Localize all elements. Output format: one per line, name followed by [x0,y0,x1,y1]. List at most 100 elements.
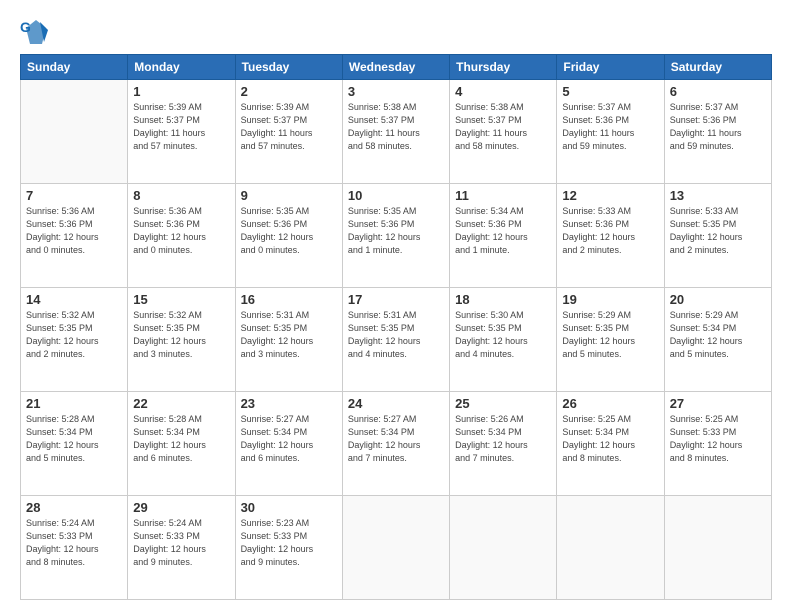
calendar-cell: 26 Sunrise: 5:25 AMSunset: 5:34 PMDayligh… [557,392,664,496]
calendar-cell [664,496,771,600]
day-info: Sunrise: 5:36 AMSunset: 5:36 PMDaylight:… [133,205,229,257]
day-info: Sunrise: 5:35 AMSunset: 5:36 PMDaylight:… [348,205,444,257]
day-number: 28 [26,500,122,515]
logo-icon: G [20,18,48,46]
day-number: 26 [562,396,658,411]
day-info: Sunrise: 5:26 AMSunset: 5:34 PMDaylight:… [455,413,551,465]
calendar-cell [450,496,557,600]
day-number: 9 [241,188,337,203]
day-number: 23 [241,396,337,411]
calendar-cell: 15 Sunrise: 5:32 AMSunset: 5:35 PMDayligh… [128,288,235,392]
calendar-cell: 16 Sunrise: 5:31 AMSunset: 5:35 PMDayligh… [235,288,342,392]
day-info: Sunrise: 5:30 AMSunset: 5:35 PMDaylight:… [455,309,551,361]
day-info: Sunrise: 5:29 AMSunset: 5:34 PMDaylight:… [670,309,766,361]
calendar-cell: 21Sunrise: 5:28 AMSunset: 5:34 PMDayligh… [21,392,128,496]
calendar-cell: 9 Sunrise: 5:35 AMSunset: 5:36 PMDaylight… [235,184,342,288]
calendar-cell: 17 Sunrise: 5:31 AMSunset: 5:35 PMDayligh… [342,288,449,392]
day-number: 19 [562,292,658,307]
day-info: Sunrise: 5:37 AMSunset: 5:36 PMDaylight:… [670,101,766,153]
day-number: 8 [133,188,229,203]
calendar-cell: 7Sunrise: 5:36 AMSunset: 5:36 PMDaylight… [21,184,128,288]
day-number: 24 [348,396,444,411]
day-number: 14 [26,292,122,307]
day-number: 1 [133,84,229,99]
calendar-cell [557,496,664,600]
day-info: Sunrise: 5:34 AMSunset: 5:36 PMDaylight:… [455,205,551,257]
day-info: Sunrise: 5:32 AMSunset: 5:35 PMDaylight:… [133,309,229,361]
calendar-cell: 10 Sunrise: 5:35 AMSunset: 5:36 PMDayligh… [342,184,449,288]
calendar-cell: 22 Sunrise: 5:28 AMSunset: 5:34 PMDayligh… [128,392,235,496]
day-info: Sunrise: 5:31 AMSunset: 5:35 PMDaylight:… [348,309,444,361]
calendar-cell: 25 Sunrise: 5:26 AMSunset: 5:34 PMDayligh… [450,392,557,496]
calendar-cell: 23 Sunrise: 5:27 AMSunset: 5:34 PMDayligh… [235,392,342,496]
day-number: 25 [455,396,551,411]
calendar-cell: 2 Sunrise: 5:39 AMSunset: 5:37 PMDaylight… [235,80,342,184]
day-number: 3 [348,84,444,99]
day-info: Sunrise: 5:33 AMSunset: 5:36 PMDaylight:… [562,205,658,257]
day-info: Sunrise: 5:39 AMSunset: 5:37 PMDaylight:… [241,101,337,153]
day-number: 5 [562,84,658,99]
day-info: Sunrise: 5:24 AMSunset: 5:33 PMDaylight:… [133,517,229,569]
weekday-header-tuesday: Tuesday [235,55,342,80]
day-number: 10 [348,188,444,203]
calendar-cell [342,496,449,600]
day-info: Sunrise: 5:38 AMSunset: 5:37 PMDaylight:… [348,101,444,153]
calendar-cell: 4 Sunrise: 5:38 AMSunset: 5:37 PMDaylight… [450,80,557,184]
day-info: Sunrise: 5:38 AMSunset: 5:37 PMDaylight:… [455,101,551,153]
calendar-cell: 18 Sunrise: 5:30 AMSunset: 5:35 PMDayligh… [450,288,557,392]
day-number: 16 [241,292,337,307]
calendar-cell: 29 Sunrise: 5:24 AMSunset: 5:33 PMDayligh… [128,496,235,600]
day-number: 15 [133,292,229,307]
calendar-cell: 3 Sunrise: 5:38 AMSunset: 5:37 PMDaylight… [342,80,449,184]
calendar-week-row: 7 Sunrise: 5:36 AMSunset: 5:36 PMDaylight… [21,184,772,288]
weekday-header-thursday: Thursday [450,55,557,80]
day-info: Sunrise: 5:29 AMSunset: 5:35 PMDaylight:… [562,309,658,361]
day-info: Sunrise: 5:37 AMSunset: 5:36 PMDaylight:… [562,101,658,153]
day-info: Sunrise: 5:25 AMSunset: 5:34 PMDaylight:… [562,413,658,465]
day-number: 17 [348,292,444,307]
weekday-header-saturday: Saturday [664,55,771,80]
weekday-header-wednesday: Wednesday [342,55,449,80]
weekday-header-row: SundayMondayTuesdayWednesdayThursdayFrid… [21,55,772,80]
day-number: 29 [133,500,229,515]
day-number: 22 [133,396,229,411]
weekday-header-monday: Monday [128,55,235,80]
calendar-cell: 8 Sunrise: 5:36 AMSunset: 5:36 PMDaylight… [128,184,235,288]
day-info: Sunrise: 5:24 AMSunset: 5:33 PMDaylight:… [26,517,122,569]
calendar-cell: 14Sunrise: 5:32 AMSunset: 5:35 PMDayligh… [21,288,128,392]
calendar-cell: 24 Sunrise: 5:27 AMSunset: 5:34 PMDayligh… [342,392,449,496]
day-info: Sunrise: 5:25 AMSunset: 5:33 PMDaylight:… [670,413,766,465]
calendar-cell: 5 Sunrise: 5:37 AMSunset: 5:36 PMDaylight… [557,80,664,184]
day-number: 20 [670,292,766,307]
day-info: Sunrise: 5:28 AMSunset: 5:34 PMDaylight:… [133,413,229,465]
calendar-cell: 30Sunrise: 5:23 AMSunset: 5:33 PMDayligh… [235,496,342,600]
calendar-cell: 1Sunrise: 5:39 AMSunset: 5:37 PMDaylight… [128,80,235,184]
day-number: 7 [26,188,122,203]
day-number: 4 [455,84,551,99]
day-info: Sunrise: 5:35 AMSunset: 5:36 PMDaylight:… [241,205,337,257]
day-info: Sunrise: 5:31 AMSunset: 5:35 PMDaylight:… [241,309,337,361]
day-number: 27 [670,396,766,411]
day-number: 2 [241,84,337,99]
weekday-header-friday: Friday [557,55,664,80]
calendar-cell: 28 Sunrise: 5:24 AMSunset: 5:33 PMDayligh… [21,496,128,600]
day-number: 11 [455,188,551,203]
calendar-week-row: 28 Sunrise: 5:24 AMSunset: 5:33 PMDayligh… [21,496,772,600]
weekday-header-sunday: Sunday [21,55,128,80]
day-info: Sunrise: 5:27 AMSunset: 5:34 PMDaylight:… [241,413,337,465]
calendar-table: SundayMondayTuesdayWednesdayThursdayFrid… [20,54,772,600]
day-number: 6 [670,84,766,99]
day-number: 18 [455,292,551,307]
header: G [20,18,772,46]
day-info: Sunrise: 5:23 AMSunset: 5:33 PMDaylight:… [241,517,337,569]
day-info: Sunrise: 5:28 AMSunset: 5:34 PMDaylight:… [26,413,122,465]
calendar-cell [21,80,128,184]
day-number: 12 [562,188,658,203]
calendar-week-row: 1 Sunrise: 5:39 AMSunset: 5:37 PMDaylight… [21,80,772,184]
logo: G [20,18,52,46]
calendar-cell: 11 Sunrise: 5:34 AMSunset: 5:36 PMDayligh… [450,184,557,288]
calendar-cell: 27 Sunrise: 5:25 AMSunset: 5:33 PMDayligh… [664,392,771,496]
day-info: Sunrise: 5:27 AMSunset: 5:34 PMDaylight:… [348,413,444,465]
calendar-cell: 20 Sunrise: 5:29 AMSunset: 5:34 PMDayligh… [664,288,771,392]
calendar-cell: 13Sunrise: 5:33 AMSunset: 5:35 PMDayligh… [664,184,771,288]
